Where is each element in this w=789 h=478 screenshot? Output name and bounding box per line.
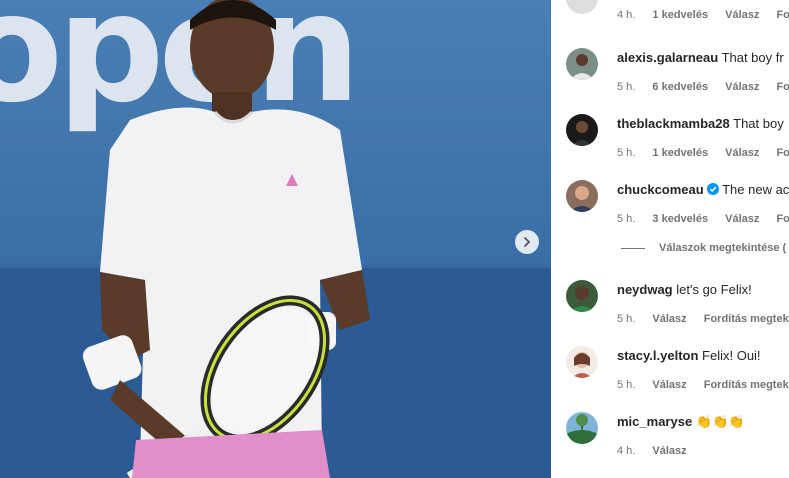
likes-count[interactable]: 1 kedvelés [652, 9, 708, 21]
comment-meta: 5 h. Válasz Fordítás megtekin [617, 379, 789, 391]
comment-meta: 4 h. 1 kedvelés Válasz Fordít [617, 9, 789, 21]
comment-item: mic_maryse 👏👏👏 4 h. Válasz [566, 412, 789, 468]
post-photo: open [0, 0, 551, 478]
comments-panel: 4 h. 1 kedvelés Válasz Fordít alexis.gal… [551, 0, 789, 478]
comment-time: 5 h. [617, 147, 636, 159]
avatar[interactable] [566, 280, 598, 312]
translate-button[interactable]: Fordít [776, 147, 789, 159]
comment-time: 5 h. [617, 379, 636, 391]
likes-count[interactable]: 1 kedvelés [652, 147, 708, 159]
reply-button[interactable]: Válasz [725, 213, 759, 225]
comment-meta: 4 h. Válasz [617, 445, 701, 457]
translate-button[interactable]: Fordí [776, 213, 789, 225]
comment-time: 4 h. [617, 445, 636, 457]
comment-meta: 5 h. Válasz Fordítás megtekin [617, 313, 789, 325]
reply-button[interactable]: Válasz [652, 445, 686, 457]
comment-username[interactable]: theblackmamba28 [617, 116, 730, 131]
next-photo-button[interactable] [515, 230, 539, 254]
translate-button[interactable]: Fordítás megtekin [704, 379, 789, 391]
comment-time: 5 h. [617, 313, 636, 325]
translate-button[interactable]: Fordít [776, 9, 789, 21]
comment-text: That boy [733, 116, 784, 131]
translate-button[interactable]: Fordít [776, 81, 789, 93]
comment-text: Felix! Oui! [702, 348, 761, 363]
avatar[interactable] [566, 412, 598, 444]
comment-meta: 5 h. 3 kedvelés Válasz Fordí [617, 213, 789, 225]
avatar[interactable] [566, 48, 598, 80]
comment-item: neydwag let's go Felix! 5 h. Válasz Ford… [566, 280, 789, 336]
avatar[interactable] [566, 114, 598, 146]
comment-username[interactable]: chuckcomeau [617, 182, 704, 197]
reply-button[interactable]: Válasz [652, 379, 686, 391]
replies-divider [621, 247, 645, 249]
comment-meta: 5 h. 6 kedvelés Válasz Fordít [617, 81, 789, 93]
tennis-player-image [82, 0, 370, 478]
view-replies-button[interactable]: Válaszok megtekintése ( [621, 242, 786, 254]
comment-item: alexis.galarneau That boy fr 5 h. 6 kedv… [566, 48, 789, 104]
comment-time: 5 h. [617, 81, 636, 93]
chevron-right-icon [524, 237, 531, 247]
reply-button[interactable]: Válasz [652, 313, 686, 325]
avatar[interactable] [566, 346, 598, 378]
comment-time: 4 h. [617, 9, 636, 21]
comment-item: stacy.l.yelton Felix! Oui! 5 h. Válasz F… [566, 346, 789, 402]
comment-item: chuckcomeau The new ac 5 h. 3 kedvelés V… [566, 180, 789, 236]
comment-text: 👏👏👏 [695, 414, 745, 429]
reply-button[interactable]: Válasz [725, 81, 759, 93]
likes-count[interactable]: 6 kedvelés [652, 81, 708, 93]
avatar[interactable] [566, 0, 598, 14]
translate-button[interactable]: Fordítás megtekin [704, 313, 789, 325]
comment-username[interactable]: mic_maryse [617, 414, 692, 429]
comment-item: theblackmamba28 That boy 5 h. 1 kedvelés… [566, 114, 789, 170]
verified-badge-icon [706, 183, 719, 195]
reply-button[interactable]: Válasz [725, 147, 759, 159]
comment-text: let's go Felix! [676, 282, 752, 297]
comment-time: 5 h. [617, 213, 636, 225]
comment-text: That boy fr [721, 50, 784, 65]
comment-username[interactable]: neydwag [617, 282, 673, 297]
comment-meta: 5 h. 1 kedvelés Válasz Fordít [617, 147, 789, 159]
comment-username[interactable]: alexis.galarneau [617, 50, 718, 65]
view-replies-label: Válaszok megtekintése ( [659, 242, 787, 254]
reply-button[interactable]: Válasz [725, 9, 759, 21]
avatar[interactable] [566, 180, 598, 212]
comment-text: The new ac [722, 182, 789, 197]
likes-count[interactable]: 3 kedvelés [652, 213, 708, 225]
comment-username[interactable]: stacy.l.yelton [617, 348, 698, 363]
